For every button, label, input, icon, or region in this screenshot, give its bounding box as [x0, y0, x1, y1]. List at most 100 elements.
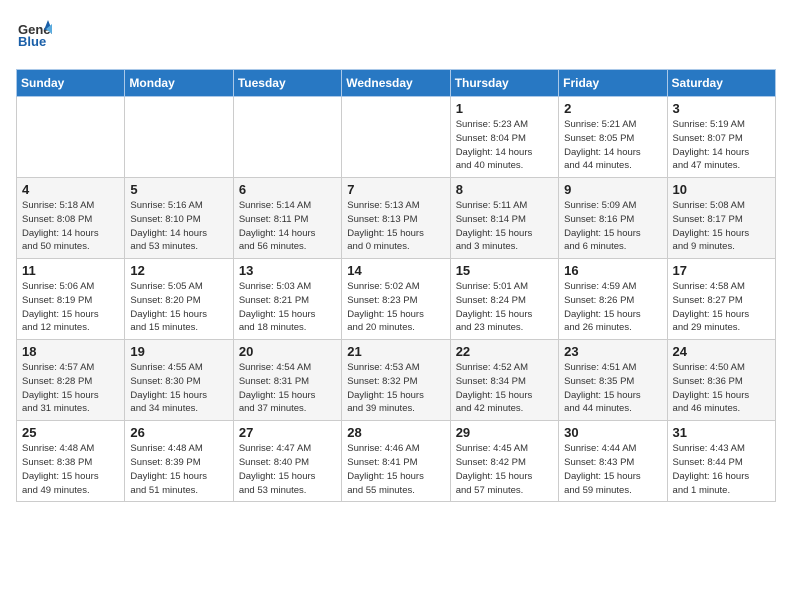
day-info: Sunrise: 4:57 AM Sunset: 8:28 PM Dayligh…: [22, 361, 119, 416]
calendar-cell: 12Sunrise: 5:05 AM Sunset: 8:20 PM Dayli…: [125, 259, 233, 340]
day-info: Sunrise: 5:11 AM Sunset: 8:14 PM Dayligh…: [456, 199, 553, 254]
day-number: 22: [456, 344, 553, 359]
calendar-cell: [233, 97, 341, 178]
day-info: Sunrise: 4:53 AM Sunset: 8:32 PM Dayligh…: [347, 361, 444, 416]
day-number: 11: [22, 263, 119, 278]
day-number: 2: [564, 101, 661, 116]
day-number: 13: [239, 263, 336, 278]
calendar-week-row: 25 Sunrise: 4:48 AM Sunset: 8:38 PM Dayli…: [17, 421, 776, 502]
day-number: 10: [673, 182, 770, 197]
calendar-cell: 29 Sunrise: 4:45 AM Sunset: 8:42 PM Dayli…: [450, 421, 558, 502]
day-info: Sunrise: 4:59 AM Sunset: 8:26 PM Dayligh…: [564, 280, 661, 335]
day-info: Sunrise: 5:03 AM Sunset: 8:21 PM Dayligh…: [239, 280, 336, 335]
weekday-header-sunday: Sunday: [17, 70, 125, 97]
day-info: Sunrise: 4:58 AM Sunset: 8:27 PM Dayligh…: [673, 280, 770, 335]
weekday-header-saturday: Saturday: [667, 70, 775, 97]
calendar-table: SundayMondayTuesdayWednesdayThursdayFrid…: [16, 69, 776, 502]
day-info: Sunrise: 4:46 AM Sunset: 8:41 PM Dayligh…: [347, 442, 444, 497]
calendar-cell: 9 Sunrise: 5:09 AM Sunset: 8:16 PM Daylig…: [559, 178, 667, 259]
calendar-cell: [125, 97, 233, 178]
calendar-cell: 11 Sunrise: 5:06 AM Sunset: 8:19 PM Dayli…: [17, 259, 125, 340]
day-number: 3: [673, 101, 770, 116]
calendar-week-row: 1Sunrise: 5:23 AM Sunset: 8:04 PM Daylig…: [17, 97, 776, 178]
calendar-week-row: 18 Sunrise: 4:57 AM Sunset: 8:28 PM Dayli…: [17, 340, 776, 421]
day-info: Sunrise: 5:16 AM Sunset: 8:10 PM Dayligh…: [130, 199, 227, 254]
day-info: Sunrise: 5:14 AM Sunset: 8:11 PM Dayligh…: [239, 199, 336, 254]
day-number: 7: [347, 182, 444, 197]
calendar-cell: 1Sunrise: 5:23 AM Sunset: 8:04 PM Daylig…: [450, 97, 558, 178]
day-info: Sunrise: 4:51 AM Sunset: 8:35 PM Dayligh…: [564, 361, 661, 416]
day-info: Sunrise: 5:19 AM Sunset: 8:07 PM Dayligh…: [673, 118, 770, 173]
day-info: Sunrise: 4:54 AM Sunset: 8:31 PM Dayligh…: [239, 361, 336, 416]
calendar-cell: 18 Sunrise: 4:57 AM Sunset: 8:28 PM Dayli…: [17, 340, 125, 421]
day-info: Sunrise: 4:47 AM Sunset: 8:40 PM Dayligh…: [239, 442, 336, 497]
day-info: Sunrise: 5:18 AM Sunset: 8:08 PM Dayligh…: [22, 199, 119, 254]
weekday-header-row: SundayMondayTuesdayWednesdayThursdayFrid…: [17, 70, 776, 97]
day-number: 26: [130, 425, 227, 440]
day-info: Sunrise: 4:48 AM Sunset: 8:39 PM Dayligh…: [130, 442, 227, 497]
day-info: Sunrise: 4:48 AM Sunset: 8:38 PM Dayligh…: [22, 442, 119, 497]
logo: General Blue: [16, 16, 56, 57]
calendar-cell: 6Sunrise: 5:14 AM Sunset: 8:11 PM Daylig…: [233, 178, 341, 259]
calendar-cell: 23 Sunrise: 4:51 AM Sunset: 8:35 PM Dayli…: [559, 340, 667, 421]
logo-icon: General Blue: [16, 16, 52, 52]
day-number: 17: [673, 263, 770, 278]
day-number: 16: [564, 263, 661, 278]
calendar-cell: 28 Sunrise: 4:46 AM Sunset: 8:41 PM Dayli…: [342, 421, 450, 502]
day-number: 27: [239, 425, 336, 440]
day-info: Sunrise: 4:52 AM Sunset: 8:34 PM Dayligh…: [456, 361, 553, 416]
day-number: 4: [22, 182, 119, 197]
calendar-cell: 25 Sunrise: 4:48 AM Sunset: 8:38 PM Dayli…: [17, 421, 125, 502]
day-number: 19: [130, 344, 227, 359]
calendar-cell: 26 Sunrise: 4:48 AM Sunset: 8:39 PM Dayli…: [125, 421, 233, 502]
day-number: 28: [347, 425, 444, 440]
day-info: Sunrise: 5:09 AM Sunset: 8:16 PM Dayligh…: [564, 199, 661, 254]
day-number: 5: [130, 182, 227, 197]
calendar-cell: 20 Sunrise: 4:54 AM Sunset: 8:31 PM Dayli…: [233, 340, 341, 421]
page-header: General Blue: [16, 16, 776, 57]
day-number: 9: [564, 182, 661, 197]
day-number: 21: [347, 344, 444, 359]
calendar-cell: 2 Sunrise: 5:21 AM Sunset: 8:05 PM Daylig…: [559, 97, 667, 178]
calendar-cell: 4 Sunrise: 5:18 AM Sunset: 8:08 PM Daylig…: [17, 178, 125, 259]
calendar-cell: 27 Sunrise: 4:47 AM Sunset: 8:40 PM Dayli…: [233, 421, 341, 502]
day-info: Sunrise: 5:06 AM Sunset: 8:19 PM Dayligh…: [22, 280, 119, 335]
day-number: 8: [456, 182, 553, 197]
calendar-cell: 31 Sunrise: 4:43 AM Sunset: 8:44 PM Dayli…: [667, 421, 775, 502]
calendar-cell: 3 Sunrise: 5:19 AM Sunset: 8:07 PM Daylig…: [667, 97, 775, 178]
weekday-header-thursday: Thursday: [450, 70, 558, 97]
calendar-cell: 17 Sunrise: 4:58 AM Sunset: 8:27 PM Dayli…: [667, 259, 775, 340]
calendar-cell: 19Sunrise: 4:55 AM Sunset: 8:30 PM Dayli…: [125, 340, 233, 421]
day-info: Sunrise: 4:45 AM Sunset: 8:42 PM Dayligh…: [456, 442, 553, 497]
calendar-cell: 5 Sunrise: 5:16 AM Sunset: 8:10 PM Daylig…: [125, 178, 233, 259]
day-number: 18: [22, 344, 119, 359]
svg-text:Blue: Blue: [18, 34, 46, 49]
calendar-cell: 13 Sunrise: 5:03 AM Sunset: 8:21 PM Dayli…: [233, 259, 341, 340]
day-number: 15: [456, 263, 553, 278]
weekday-header-tuesday: Tuesday: [233, 70, 341, 97]
day-info: Sunrise: 5:05 AM Sunset: 8:20 PM Dayligh…: [130, 280, 227, 335]
day-info: Sunrise: 5:21 AM Sunset: 8:05 PM Dayligh…: [564, 118, 661, 173]
day-number: 1: [456, 101, 553, 116]
day-number: 23: [564, 344, 661, 359]
day-number: 25: [22, 425, 119, 440]
day-info: Sunrise: 4:44 AM Sunset: 8:43 PM Dayligh…: [564, 442, 661, 497]
day-number: 29: [456, 425, 553, 440]
weekday-header-monday: Monday: [125, 70, 233, 97]
calendar-cell: 14Sunrise: 5:02 AM Sunset: 8:23 PM Dayli…: [342, 259, 450, 340]
day-info: Sunrise: 5:08 AM Sunset: 8:17 PM Dayligh…: [673, 199, 770, 254]
calendar-cell: 10 Sunrise: 5:08 AM Sunset: 8:17 PM Dayli…: [667, 178, 775, 259]
day-info: Sunrise: 5:01 AM Sunset: 8:24 PM Dayligh…: [456, 280, 553, 335]
day-info: Sunrise: 5:13 AM Sunset: 8:13 PM Dayligh…: [347, 199, 444, 254]
day-info: Sunrise: 4:50 AM Sunset: 8:36 PM Dayligh…: [673, 361, 770, 416]
day-number: 24: [673, 344, 770, 359]
day-number: 20: [239, 344, 336, 359]
calendar-cell: 16 Sunrise: 4:59 AM Sunset: 8:26 PM Dayli…: [559, 259, 667, 340]
day-number: 31: [673, 425, 770, 440]
calendar-cell: 30Sunrise: 4:44 AM Sunset: 8:43 PM Dayli…: [559, 421, 667, 502]
day-info: Sunrise: 4:43 AM Sunset: 8:44 PM Dayligh…: [673, 442, 770, 497]
calendar-cell: 8 Sunrise: 5:11 AM Sunset: 8:14 PM Daylig…: [450, 178, 558, 259]
calendar-cell: 21 Sunrise: 4:53 AM Sunset: 8:32 PM Dayli…: [342, 340, 450, 421]
day-number: 14: [347, 263, 444, 278]
calendar-cell: [17, 97, 125, 178]
